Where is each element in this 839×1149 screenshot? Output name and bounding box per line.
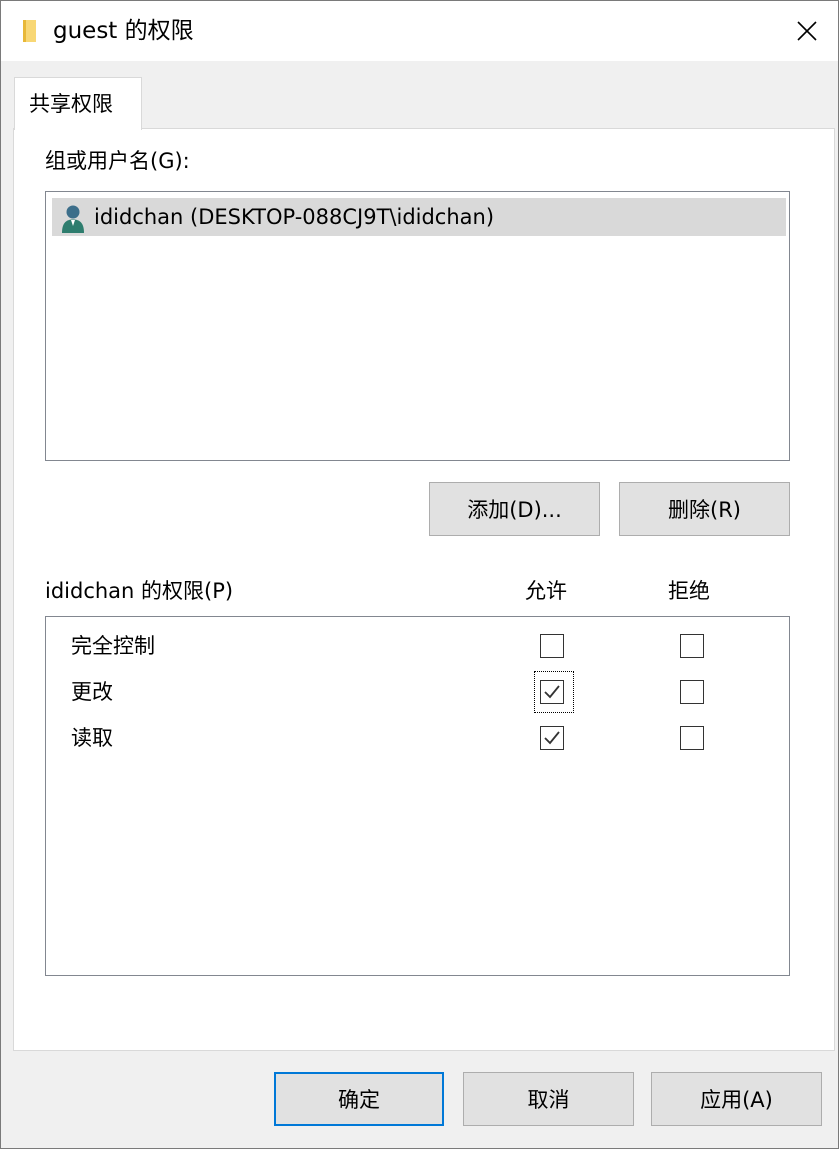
groups-label: 组或用户名(G):	[45, 149, 190, 173]
folder-icon	[23, 20, 36, 42]
permission-name: 更改	[71, 680, 113, 704]
close-icon	[797, 21, 817, 41]
allow-header: 允许	[525, 579, 567, 603]
tab-share-permissions[interactable]: 共享权限	[14, 77, 142, 130]
allow-full-control-checkbox[interactable]	[540, 634, 564, 658]
user-name: ididchan (DESKTOP-088CJ9T\ididchan)	[94, 205, 495, 229]
permissions-label: ididchan 的权限(P)	[45, 579, 234, 603]
deny-read-checkbox[interactable]	[680, 726, 704, 750]
permission-name: 完全控制	[71, 634, 155, 658]
permissions-dialog: guest 的权限 共享权限 组或用户名(G): ididchan (DESKT…	[0, 0, 839, 1149]
check-icon	[544, 685, 560, 699]
close-button[interactable]	[776, 1, 838, 61]
apply-button[interactable]: 应用(A)	[651, 1072, 822, 1126]
window-title: guest 的权限	[53, 18, 194, 44]
allow-change-checkbox[interactable]	[540, 680, 564, 704]
tab-label: 共享权限	[29, 92, 113, 116]
add-button[interactable]: 添加(D)...	[429, 482, 600, 536]
permissions-list	[45, 616, 790, 976]
check-icon	[544, 731, 560, 745]
deny-change-checkbox[interactable]	[680, 680, 704, 704]
groups-listbox[interactable]: ididchan (DESKTOP-088CJ9T\ididchan)	[45, 191, 790, 461]
title-bar[interactable]: guest 的权限	[1, 1, 838, 61]
deny-header: 拒绝	[668, 579, 710, 603]
deny-full-control-checkbox[interactable]	[680, 634, 704, 658]
ok-button[interactable]: 确定	[274, 1072, 444, 1126]
list-item[interactable]: ididchan (DESKTOP-088CJ9T\ididchan)	[52, 198, 786, 236]
allow-read-checkbox[interactable]	[540, 726, 564, 750]
remove-button[interactable]: 删除(R)	[619, 482, 790, 536]
permission-name: 读取	[71, 726, 113, 750]
user-icon	[62, 205, 84, 233]
cancel-button[interactable]: 取消	[463, 1072, 634, 1126]
